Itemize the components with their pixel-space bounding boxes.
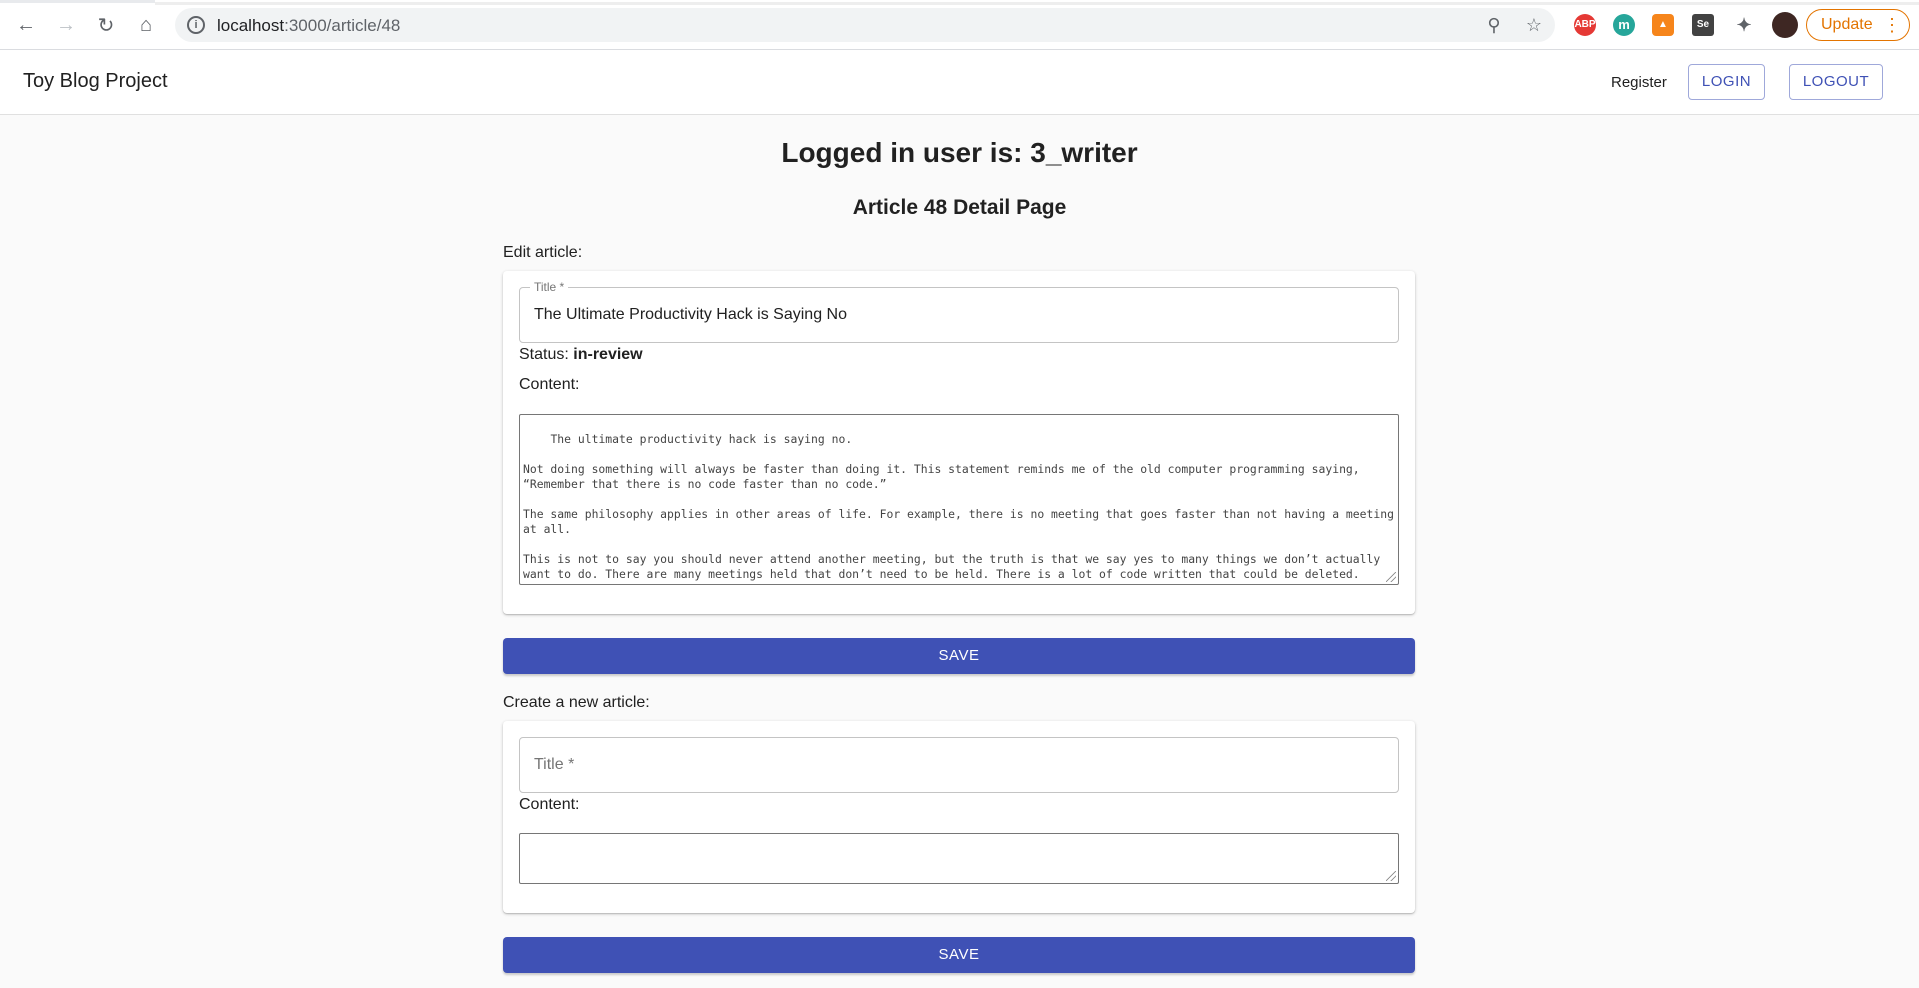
content-label: Content:: [519, 376, 580, 393]
adblock-icon[interactable]: ABP: [1574, 14, 1596, 36]
edit-section-label: Edit article:: [503, 244, 583, 261]
logout-button[interactable]: LOGOUT: [1789, 64, 1883, 100]
resize-handle-icon[interactable]: [1386, 572, 1396, 582]
edit-content-textarea[interactable]: The ultimate productivity hack is saying…: [519, 414, 1399, 585]
register-link[interactable]: Register: [1611, 74, 1667, 91]
edit-article-card: Title * The Ultimate Productivity Hack i…: [503, 271, 1415, 614]
save-edit-button[interactable]: SAVE: [503, 638, 1415, 674]
profile-avatar[interactable]: [1772, 12, 1798, 38]
zoom-icon[interactable]: ⚲: [1484, 15, 1504, 35]
bookmark-star-icon[interactable]: ☆: [1524, 15, 1544, 35]
logged-in-heading: Logged in user is: 3_writer: [781, 137, 1138, 168]
create-article-card: Title * Content:: [503, 721, 1415, 913]
detail-page-heading: Article 48 Detail Page: [852, 196, 1067, 219]
reload-icon[interactable]: ↻: [94, 13, 118, 37]
address-bar[interactable]: i localhost:3000/article/48 ⚲ ☆: [175, 8, 1555, 42]
title-field-legend: Title *: [530, 280, 569, 294]
login-button[interactable]: LOGIN: [1688, 64, 1765, 100]
extensions-puzzle-icon[interactable]: ✦: [1733, 14, 1755, 36]
tab-strip-bg: [155, 2, 1919, 5]
create-section-label: Create a new article:: [503, 694, 650, 711]
status-label: Status:: [519, 346, 569, 363]
metamask-icon[interactable]: ▲: [1652, 14, 1674, 36]
create-content-label: Content:: [519, 796, 580, 813]
status-line: Status: in-review: [519, 346, 643, 364]
edit-title-field[interactable]: Title * The Ultimate Productivity Hack i…: [519, 280, 1399, 343]
home-icon[interactable]: ⌂: [134, 13, 158, 37]
menu-dots-icon[interactable]: ⋮: [1883, 10, 1901, 40]
save-create-button[interactable]: SAVE: [503, 937, 1415, 973]
url-text[interactable]: localhost:3000/article/48: [217, 16, 400, 36]
back-icon[interactable]: ←: [14, 13, 38, 37]
selenium-icon[interactable]: Se: [1692, 14, 1714, 36]
brand-title[interactable]: Toy Blog Project: [23, 70, 168, 93]
browser-toolbar: ← → ↻ ⌂ i localhost:3000/article/48 ⚲ ☆ …: [0, 0, 1919, 50]
title-placeholder: Title *: [534, 756, 575, 773]
create-content-textarea[interactable]: [519, 833, 1399, 884]
update-button[interactable]: Update ⋮: [1806, 9, 1910, 41]
forward-icon[interactable]: →: [54, 13, 78, 37]
create-title-field[interactable]: Title *: [519, 737, 1399, 793]
status-value: in-review: [573, 346, 643, 363]
tab-strip-edge: [0, 0, 155, 3]
app-bar: Toy Blog Project Register LOGIN LOGOUT: [0, 50, 1919, 115]
content-text[interactable]: The ultimate productivity hack is saying…: [523, 432, 1398, 581]
site-info-icon[interactable]: i: [187, 16, 205, 34]
resize-handle-icon[interactable]: [1386, 871, 1396, 881]
title-field-value[interactable]: The Ultimate Productivity Hack is Saying…: [534, 306, 847, 324]
extension-m-icon[interactable]: m: [1613, 14, 1635, 36]
